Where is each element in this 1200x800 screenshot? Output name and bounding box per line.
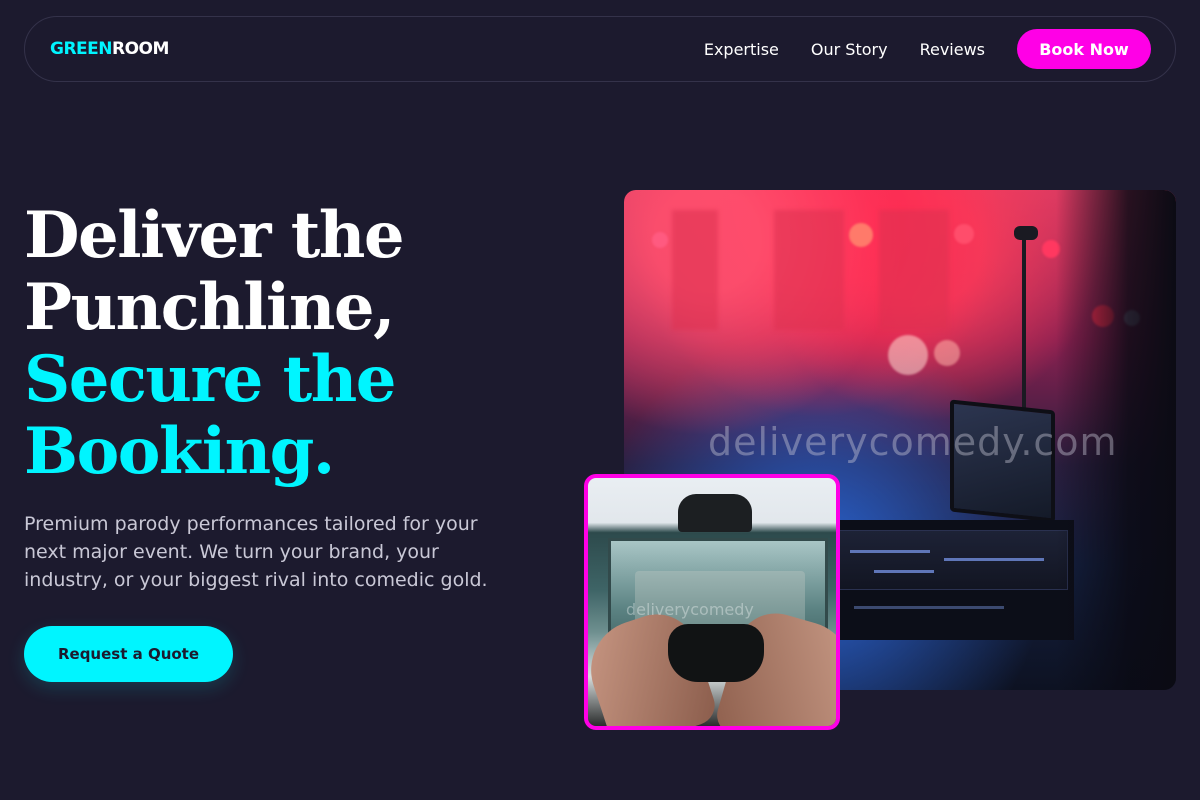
- hero-title-line-3: Secure the: [24, 342, 396, 417]
- nav-link-reviews[interactable]: Reviews: [920, 40, 985, 59]
- logo-white-text: ROOM: [112, 39, 169, 59]
- nav-link-our-story[interactable]: Our Story: [811, 40, 888, 59]
- book-now-button[interactable]: Book Now: [1017, 29, 1151, 69]
- hero-title-line-2: Punchline,: [24, 270, 395, 345]
- hero-title: Deliver the Punchline, Secure the Bookin…: [24, 200, 584, 488]
- top-nav: GREEN ROOM Expertise Our Story Reviews Bo…: [24, 16, 1176, 82]
- small-watermark: deliverycomedy: [626, 600, 754, 619]
- request-quote-button[interactable]: Request a Quote: [24, 626, 233, 682]
- logo[interactable]: GREEN ROOM: [50, 39, 169, 59]
- gamer-controller-image: deliverycomedy: [584, 474, 840, 730]
- chair: [678, 494, 752, 532]
- hero-subtitle: Premium parody performances tailored for…: [24, 513, 488, 591]
- nav-link-expertise[interactable]: Expertise: [704, 40, 779, 59]
- hero-title-line-4: Booking.: [24, 414, 335, 489]
- mixing-console: [834, 520, 1074, 640]
- nav-links: Expertise Our Story Reviews Book Now: [704, 29, 1151, 69]
- laptop: [950, 399, 1055, 523]
- hero-title-line-1: Deliver the: [24, 198, 405, 273]
- microphone-icon: [1014, 226, 1038, 240]
- game-controller-icon: [668, 624, 764, 682]
- logo-green-text: GREEN: [50, 39, 113, 59]
